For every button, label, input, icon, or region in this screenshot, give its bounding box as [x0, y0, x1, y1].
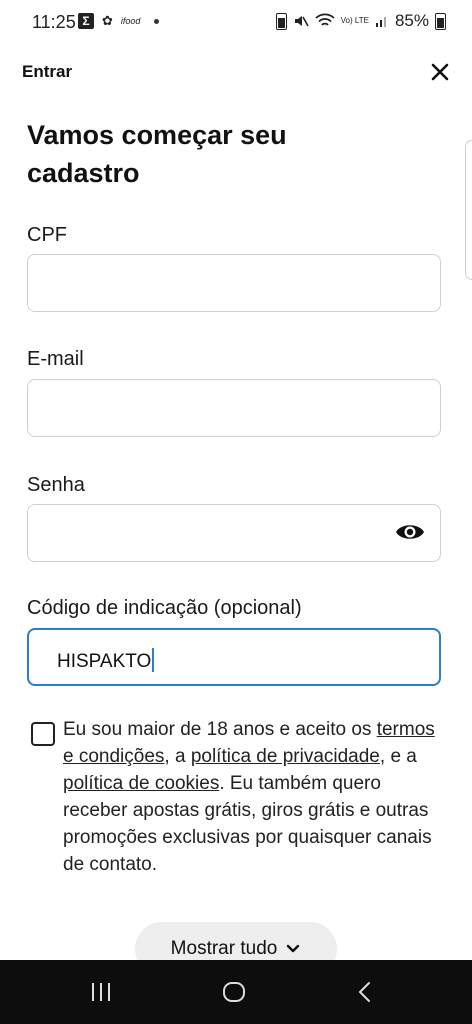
referral-code-field[interactable]: HISPAKTO — [27, 628, 441, 686]
email-field[interactable] — [27, 379, 441, 437]
password-label: Senha — [27, 474, 85, 496]
page-title: Vamos começar seu cadastro — [27, 120, 287, 188]
consent-text-part: , e a — [379, 746, 417, 767]
status-time: 11:25 — [32, 12, 76, 32]
consent-text: Eu sou maior de 18 anos e aceito os term… — [63, 716, 443, 878]
back-button[interactable] — [350, 980, 380, 1004]
close-icon — [431, 63, 449, 81]
consent-text-part: , a — [164, 746, 191, 767]
cpf-label: CPF — [27, 224, 67, 246]
recent-apps-button[interactable] — [86, 980, 116, 1004]
ifood-app-icon: ifood — [120, 16, 141, 26]
sigma-app-icon: Σ — [78, 13, 94, 29]
privacy-policy-link[interactable]: política de privacidade — [191, 746, 380, 767]
cookie-policy-link[interactable]: política de cookies — [63, 773, 219, 794]
referral-code-value: HISPAKTO — [57, 648, 155, 673]
text-caret — [152, 648, 155, 672]
battery-saver-icon — [275, 12, 287, 30]
consent-text-part: Eu sou maior de 18 anos e aceito os — [63, 719, 377, 740]
show-all-label: Mostrar tudo — [170, 938, 278, 959]
more-notifications-dot-icon — [154, 18, 160, 24]
scroll-indicator[interactable] — [465, 140, 472, 280]
home-icon — [223, 982, 245, 1002]
close-button[interactable] — [428, 60, 452, 84]
signal-icon — [375, 17, 386, 27]
battery-percent: 85% — [394, 11, 429, 30]
status-notification-icons: Σ ✿ ifood — [78, 13, 160, 29]
recent-apps-icon — [92, 983, 110, 1001]
status-bar: 11:25 Σ ✿ ifood Vo) LTE 85% — [0, 0, 472, 44]
back-icon — [358, 982, 370, 1002]
consent-checkbox[interactable] — [31, 722, 55, 746]
wifi-icon — [315, 13, 335, 26]
referral-label: Código de indicação (opcional) — [27, 597, 302, 619]
eye-icon — [396, 525, 424, 539]
password-field[interactable] — [27, 504, 441, 562]
mute-icon — [294, 16, 309, 27]
toggle-password-visibility-button[interactable] — [395, 521, 425, 543]
cpf-field[interactable] — [27, 254, 441, 312]
status-system-icons: Vo) LTE 85% — [275, 11, 446, 31]
email-label: E-mail — [27, 348, 84, 370]
flower-app-icon: ✿ — [102, 13, 113, 28]
volte-icon: Vo) LTE — [340, 16, 369, 25]
header-title: Entrar — [22, 62, 73, 81]
home-button[interactable] — [219, 980, 249, 1004]
chevron-down-icon — [287, 944, 300, 953]
system-navigation-bar — [0, 960, 472, 1024]
battery-icon — [435, 12, 446, 30]
